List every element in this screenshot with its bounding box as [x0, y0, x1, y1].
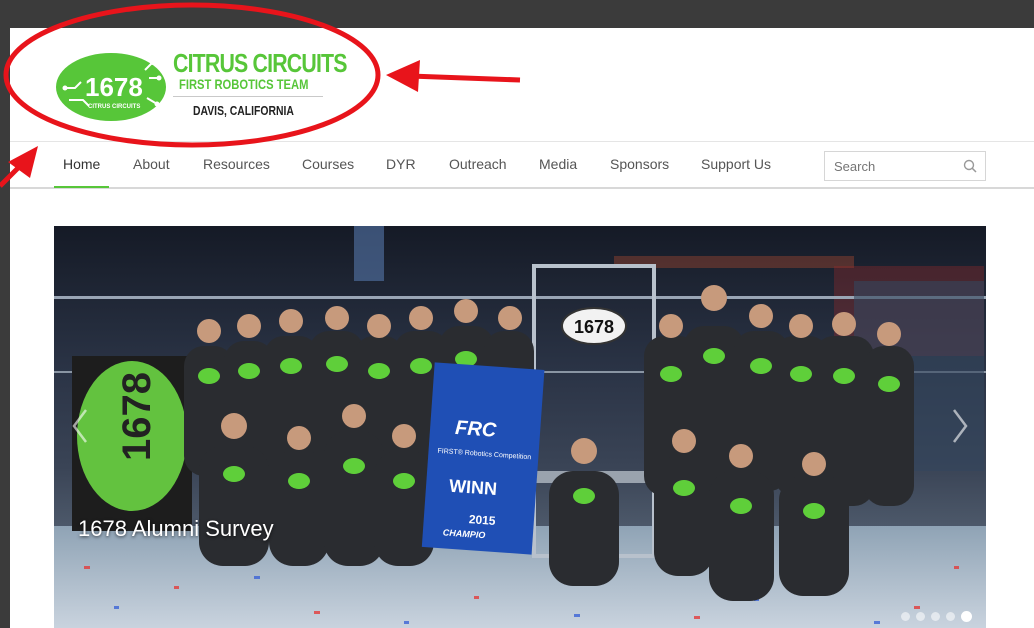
annotation-arrow-left-icon: [0, 146, 38, 188]
annotation-arrow-right-icon: [386, 60, 521, 92]
annotation-overlay: [0, 2, 521, 188]
annotation-circle: [3, 2, 381, 148]
